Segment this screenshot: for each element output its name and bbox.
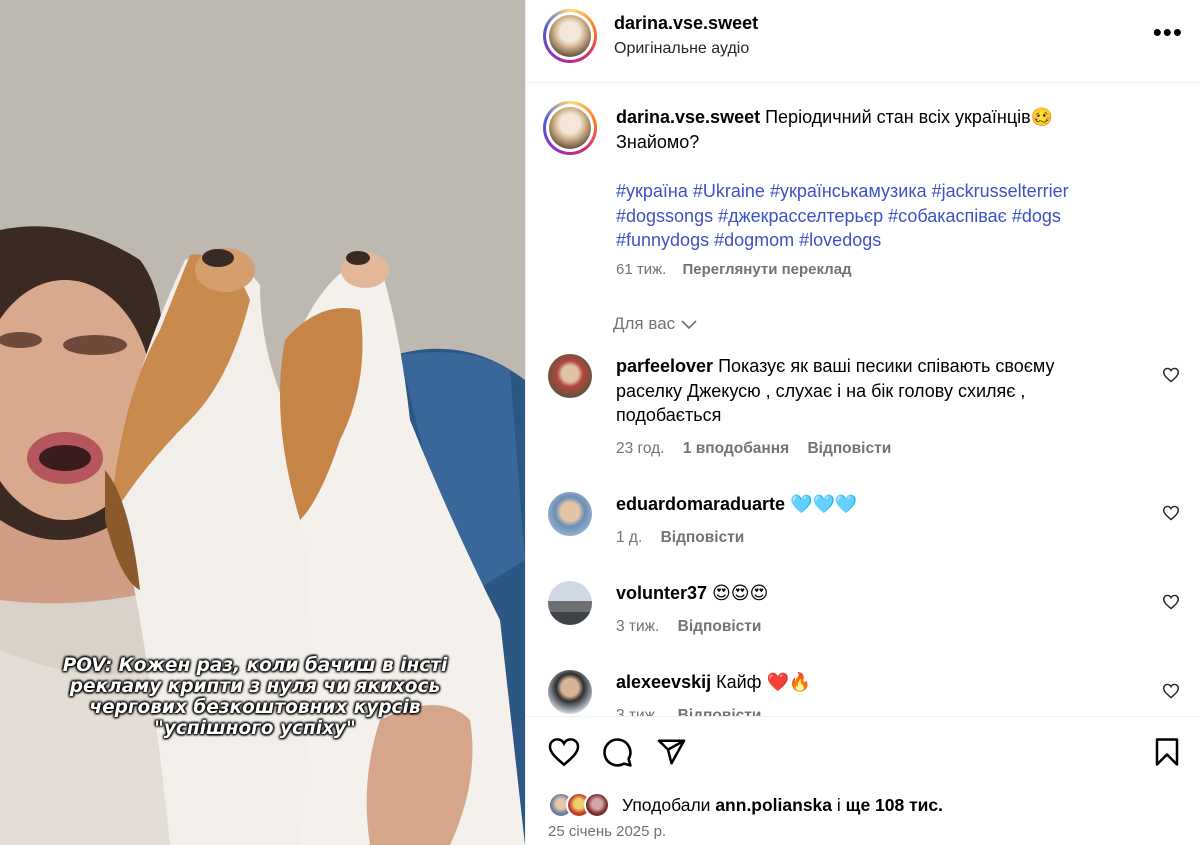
comment-body: eduardomaraduarte 🩵🩵🩵 [616, 492, 1116, 517]
likes-prefix: Уподобали [622, 795, 711, 815]
reply-button[interactable]: Відповісти [678, 618, 762, 635]
caption-username[interactable]: darina.vse.sweet [616, 107, 760, 127]
comment-body: parfeelover Показує як ваші песики співа… [616, 354, 1116, 428]
reply-button[interactable]: Відповісти [678, 707, 762, 716]
like-comment-heart-icon[interactable] [1162, 505, 1180, 521]
comment-body: volunter37 😍😍😍 [616, 581, 1116, 606]
caption-author-avatar[interactable] [543, 101, 597, 155]
hashtag[interactable]: #lovedogs [799, 230, 881, 250]
comment-likes[interactable]: 1 вподобання [683, 440, 789, 457]
hashtag[interactable]: #українськамузика [770, 181, 927, 201]
comment-item: alexeevskij Кайф ❤️🔥 3 тиж. Відповісти [548, 670, 1188, 716]
hashtag[interactable]: #jackrusselterrier [932, 181, 1069, 201]
comment-time[interactable]: 23 год. [616, 440, 665, 457]
commenter-username[interactable]: volunter37 [616, 583, 707, 603]
commenter-avatar[interactable] [548, 492, 592, 536]
share-send-icon[interactable] [656, 737, 687, 767]
comment-time[interactable]: 3 тиж. [616, 618, 659, 635]
comment-meta: 3 тиж. Відповісти [616, 707, 775, 716]
comment-text: 😍😍😍 [712, 583, 769, 603]
chevron-down-icon [681, 319, 697, 329]
comments-scroll-area[interactable]: darina.vse.sweet Періодичний стан всіх у… [526, 84, 1200, 716]
original-audio-link[interactable]: Оригінальне аудіо [614, 40, 749, 58]
comment-bubble-icon[interactable] [602, 737, 633, 768]
video-overlay-caption: POV: Кожен раз, коли бачиш в інсті рекла… [62, 655, 448, 739]
post-header: darina.vse.sweet Оригінальне аудіо ••• [526, 0, 1200, 83]
commenter-avatar[interactable] [548, 670, 592, 714]
hashtag[interactable]: #джекрасселтерьєр [718, 206, 883, 226]
like-comment-heart-icon[interactable] [1162, 594, 1180, 610]
commenter-username[interactable]: parfeelover [616, 356, 713, 376]
like-heart-icon[interactable] [548, 737, 580, 767]
likes-middle: і [836, 795, 841, 815]
likes-count[interactable]: ще 108 тис. [846, 795, 943, 815]
commenter-avatar[interactable] [548, 354, 592, 398]
post-media[interactable]: POV: Кожен раз, коли бачиш в інсті рекла… [0, 0, 525, 845]
like-comment-heart-icon[interactable] [1162, 683, 1180, 699]
hashtag[interactable]: #Ukraine [693, 181, 765, 201]
caption-meta: 61 тиж. Переглянути переклад [616, 261, 852, 278]
commenter-username[interactable]: alexeevskij [616, 672, 711, 692]
author-avatar[interactable] [543, 9, 597, 63]
post-side-panel: darina.vse.sweet Оригінальне аудіо ••• d… [525, 0, 1200, 845]
commenter-avatar[interactable] [548, 581, 592, 625]
like-comment-heart-icon[interactable] [1162, 367, 1180, 383]
hashtag-list: #україна #Ukraine #українськамузика #jac… [616, 179, 1136, 253]
hashtag[interactable]: #funnydogs [616, 230, 709, 250]
caption-text: Періодичний стан всіх українців [765, 107, 1031, 127]
hashtag[interactable]: #dogs [1012, 206, 1061, 226]
for-you-label: Для вас [613, 314, 676, 333]
comment-time[interactable]: 1 д. [616, 529, 642, 546]
caption-time[interactable]: 61 тиж. [616, 261, 666, 278]
for-you-dropdown[interactable]: Для вас [613, 314, 697, 334]
caption-emoji: 🥴 [1030, 107, 1054, 127]
reply-button[interactable]: Відповісти [807, 440, 891, 457]
comment-meta: 1 д. Відповісти [616, 529, 758, 547]
author-username[interactable]: darina.vse.sweet [614, 13, 758, 34]
comment-item: parfeelover Показує як ваші песики співа… [548, 354, 1188, 464]
see-translation-button[interactable]: Переглянути переклад [682, 261, 851, 278]
hashtag[interactable]: #україна [616, 181, 688, 201]
comment-item: volunter37 😍😍😍 3 тиж. Відповісти [548, 581, 1188, 641]
post-date[interactable]: 25 січень 2025 р. [548, 823, 666, 840]
comment-meta: 3 тиж. Відповісти [616, 618, 775, 636]
comment-time[interactable]: 3 тиж. [616, 707, 659, 716]
more-options-icon[interactable]: ••• [1153, 19, 1183, 45]
comment-text: 🩵🩵🩵 [790, 494, 858, 514]
likes-text[interactable]: Уподобали ann.polianska і ще 108 тис. [622, 795, 943, 816]
reply-button[interactable]: Відповісти [661, 529, 745, 546]
liker-username[interactable]: ann.polianska [715, 795, 832, 815]
comment-item: eduardomaraduarte 🩵🩵🩵 1 д. Відповісти [548, 492, 1188, 552]
comment-body: alexeevskij Кайф ❤️🔥 [616, 670, 1116, 695]
hashtag[interactable]: #dogssongs [616, 206, 713, 226]
post-caption: darina.vse.sweet Періодичний стан всіх у… [616, 105, 1116, 155]
post-actions-bar: Уподобали ann.polianska і ще 108 тис. 25… [526, 716, 1200, 845]
hashtag[interactable]: #собакаспіває [888, 206, 1007, 226]
comment-meta: 23 год. 1 вподобання Відповісти [616, 440, 905, 458]
caption-text-line2: Знайомо? [616, 132, 700, 152]
comment-text: Кайф ❤️🔥 [716, 672, 812, 692]
hashtag[interactable]: #dogmom [714, 230, 794, 250]
save-bookmark-icon[interactable] [1154, 737, 1180, 767]
liker-avatar [584, 792, 610, 818]
commenter-username[interactable]: eduardomaraduarte [616, 494, 785, 514]
